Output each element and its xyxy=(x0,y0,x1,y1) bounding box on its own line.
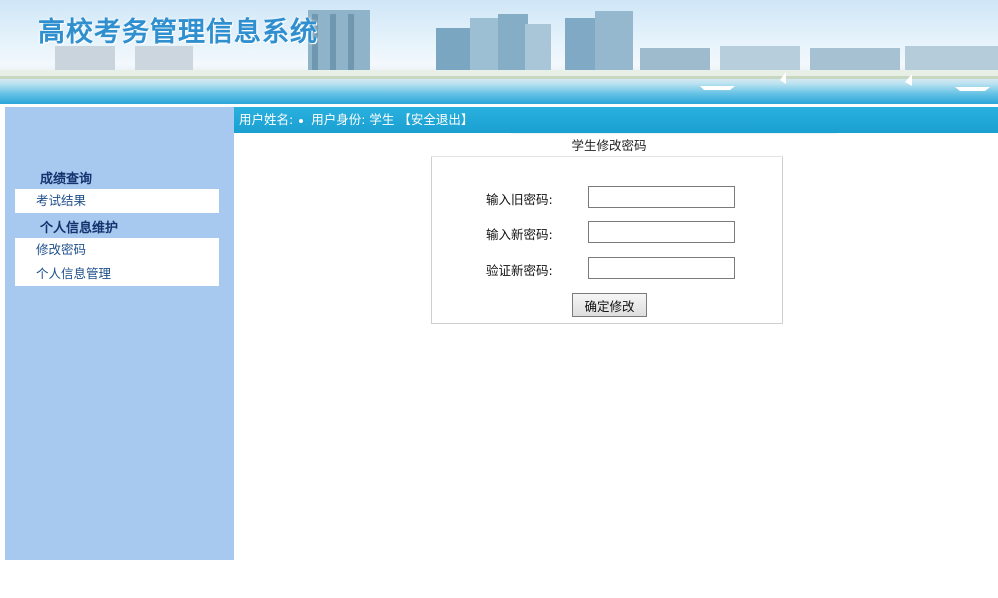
username-value-dot xyxy=(299,118,304,123)
form-title-divider xyxy=(431,156,783,157)
new-password-input[interactable] xyxy=(588,221,735,243)
role-label: 用户身份: xyxy=(311,112,366,127)
new-password-label: 输入新密码: xyxy=(486,227,553,242)
confirm-password-label: 验证新密码: xyxy=(486,263,553,278)
sidebar-panel-personal-info: 修改密码 个人信息管理 xyxy=(15,238,219,286)
old-password-label: 输入旧密码: xyxy=(486,192,553,207)
sidebar-item-change-password[interactable]: 修改密码 xyxy=(15,238,219,262)
username-label: 用户姓名: xyxy=(239,112,294,127)
sidebar-item-personal-info-management[interactable]: 个人信息管理 xyxy=(15,262,219,286)
old-password-input[interactable] xyxy=(588,186,735,208)
header-banner: 高校考务管理信息系统 xyxy=(0,0,998,104)
confirm-change-button[interactable]: 确定修改 xyxy=(572,293,647,317)
sidebar-group-personal-info[interactable]: 个人信息维护 xyxy=(40,217,118,236)
form-title: 学生修改密码 xyxy=(571,138,647,153)
logout-link[interactable]: 【安全退出】 xyxy=(398,112,473,127)
role-value: 学生 xyxy=(369,112,395,127)
form-caption-top-line xyxy=(511,133,837,134)
sidebar-group-score-query[interactable]: 成绩查询 xyxy=(40,168,92,187)
sidebar-item-exam-results[interactable]: 考试结果 xyxy=(15,189,219,213)
user-info-bar: 用户姓名: 用户身份: 学生 【安全退出】 xyxy=(234,107,998,133)
system-title: 高校考务管理信息系统 xyxy=(38,17,318,48)
sidebar-panel-score-query: 考试结果 xyxy=(15,189,219,213)
confirm-password-input[interactable] xyxy=(588,257,735,279)
